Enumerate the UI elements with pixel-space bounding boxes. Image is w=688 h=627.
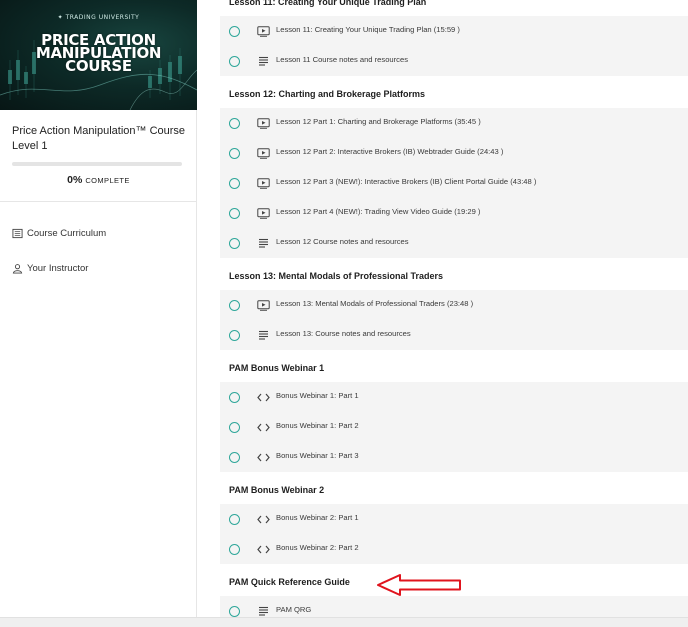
- hero-title-line-3: COURSE: [65, 57, 132, 75]
- nav-your-instructor-label: Your Instructor: [27, 263, 89, 274]
- lecture-title: Lesson 11: Creating Your Unique Trading …: [276, 25, 460, 34]
- sidebar-divider: [0, 201, 197, 202]
- section-title: Lesson 11: Creating Your Unique Trading …: [229, 0, 427, 7]
- hero-brand-text: TRADING UNIVERSITY: [65, 14, 140, 21]
- video-icon: [256, 298, 270, 312]
- lecture-row[interactable]: Bonus Webinar 2: Part 2: [220, 534, 688, 564]
- lecture-row[interactable]: Lesson 12 Part 2: Interactive Brokers (I…: [220, 138, 688, 168]
- text-icon: [256, 328, 270, 342]
- lecture-title: Lesson 12 Part 3 (NEW!): Interactive Bro…: [276, 177, 537, 186]
- section-title: Lesson 12: Charting and Brokerage Platfo…: [229, 89, 426, 99]
- code-icon: [256, 390, 270, 404]
- completion-circle-icon[interactable]: [229, 452, 240, 463]
- completion-circle-icon[interactable]: [229, 56, 240, 67]
- progress-percent: 0%: [67, 174, 83, 186]
- lecture-row[interactable]: Lesson 12 Part 4 (NEW!): Trading View Vi…: [220, 198, 688, 228]
- completion-circle-icon[interactable]: [229, 238, 240, 249]
- video-icon: [256, 176, 270, 190]
- nav-your-instructor[interactable]: Your Instructor: [12, 263, 88, 274]
- lecture-row[interactable]: Lesson 12 Part 1: Charting and Brokerage…: [220, 108, 688, 138]
- completion-circle-icon[interactable]: [229, 118, 240, 129]
- course-sidebar: ✦ TRADING UNIVERSITY PRICE ACTION MANIPU…: [0, 0, 197, 627]
- completion-circle-icon[interactable]: [229, 392, 240, 403]
- video-icon: [256, 116, 270, 130]
- lecture-row[interactable]: Bonus Webinar 1: Part 3: [220, 442, 688, 472]
- hero-brand: ✦ TRADING UNIVERSITY: [0, 14, 197, 21]
- completion-circle-icon[interactable]: [229, 330, 240, 341]
- course-hero-image[interactable]: ✦ TRADING UNIVERSITY PRICE ACTION MANIPU…: [0, 0, 197, 110]
- lecture-row[interactable]: Lesson 11: Creating Your Unique Trading …: [220, 16, 688, 46]
- completion-circle-icon[interactable]: [229, 208, 240, 219]
- completion-circle-icon[interactable]: [229, 148, 240, 159]
- code-icon: [256, 420, 270, 434]
- lecture-row[interactable]: Bonus Webinar 1: Part 1: [220, 382, 688, 412]
- progress-label: COMPLETE: [85, 176, 130, 185]
- completion-circle-icon[interactable]: [229, 26, 240, 37]
- code-icon: [256, 450, 270, 464]
- annotation-arrow-icon: [377, 574, 461, 596]
- list-icon: [12, 228, 23, 239]
- section-title: PAM Bonus Webinar 1: [229, 363, 325, 373]
- completion-circle-icon[interactable]: [229, 514, 240, 525]
- lecture-title: Lesson 11 Course notes and resources: [276, 55, 408, 64]
- video-icon: [256, 146, 270, 160]
- lecture-row[interactable]: Bonus Webinar 1: Part 2: [220, 412, 688, 442]
- completion-circle-icon[interactable]: [229, 422, 240, 433]
- lecture-title: Lesson 12 Course notes and resources: [276, 237, 409, 246]
- text-icon: [256, 604, 270, 618]
- lecture-row[interactable]: Lesson 13: Mental Modals of Professional…: [220, 290, 688, 320]
- lecture-title: Lesson 12 Part 2: Interactive Brokers (I…: [276, 147, 504, 156]
- progress-bar: [12, 162, 182, 166]
- lecture-title: Bonus Webinar 1: Part 1: [276, 391, 359, 400]
- curriculum-list: Lesson 11: Creating Your Unique Trading …: [220, 0, 688, 627]
- video-icon: [256, 206, 270, 220]
- lecture-title: Lesson 12 Part 1: Charting and Brokerage…: [276, 117, 481, 126]
- completion-circle-icon[interactable]: [229, 178, 240, 189]
- text-icon: [256, 236, 270, 250]
- user-icon: [12, 264, 23, 274]
- section-title: PAM Quick Reference Guide: [229, 577, 350, 587]
- completion-circle-icon[interactable]: [229, 300, 240, 311]
- lecture-row[interactable]: Lesson 12 Part 3 (NEW!): Interactive Bro…: [220, 168, 688, 198]
- code-icon: [256, 542, 270, 556]
- lecture-title: Bonus Webinar 2: Part 2: [276, 543, 359, 552]
- course-name[interactable]: Price Action Manipulation™ Course Level …: [12, 124, 187, 154]
- video-icon: [256, 24, 270, 38]
- section-title: PAM Bonus Webinar 2: [229, 485, 325, 495]
- hero-title: PRICE ACTION MANIPULATION COURSE: [0, 33, 197, 75]
- code-icon: [256, 512, 270, 526]
- lecture-title: Bonus Webinar 1: Part 3: [276, 451, 359, 460]
- lecture-row[interactable]: Bonus Webinar 2: Part 1: [220, 504, 688, 534]
- lecture-row[interactable]: Lesson 13: Course notes and resources: [220, 320, 688, 350]
- lecture-title: PAM QRG: [276, 605, 312, 614]
- horizontal-scrollbar[interactable]: [0, 617, 688, 627]
- lecture-row[interactable]: Lesson 12 Course notes and resources: [220, 228, 688, 258]
- text-icon: [256, 54, 270, 68]
- lecture-title: Bonus Webinar 1: Part 2: [276, 421, 359, 430]
- completion-circle-icon[interactable]: [229, 544, 240, 555]
- lecture-row[interactable]: Lesson 11 Course notes and resources: [220, 46, 688, 76]
- nav-course-curriculum[interactable]: Course Curriculum: [12, 228, 106, 239]
- lecture-title: Lesson 13: Course notes and resources: [276, 329, 411, 338]
- lecture-title: Lesson 12 Part 4 (NEW!): Trading View Vi…: [276, 207, 481, 216]
- lecture-title: Bonus Webinar 2: Part 1: [276, 513, 359, 522]
- section-title: Lesson 13: Mental Modals of Professional…: [229, 271, 444, 281]
- nav-course-curriculum-label: Course Curriculum: [27, 228, 107, 239]
- lecture-title: Lesson 13: Mental Modals of Professional…: [276, 299, 474, 308]
- progress-text: 0% COMPLETE: [0, 174, 197, 186]
- completion-circle-icon[interactable]: [229, 606, 240, 617]
- brand-logo-icon: ✦: [57, 14, 64, 21]
